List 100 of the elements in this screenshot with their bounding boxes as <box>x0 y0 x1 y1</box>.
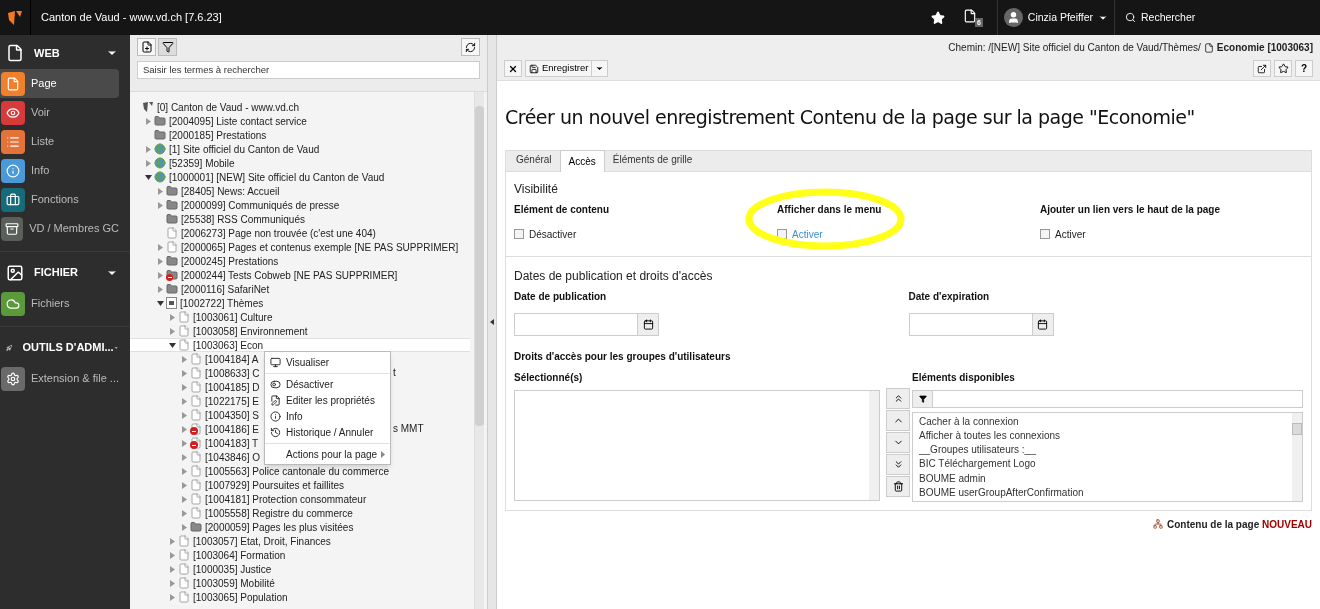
group-label[interactable]: OUTILS D'ADMI... <box>22 339 114 356</box>
tree-node[interactable]: [2004095] Liste contact service <box>130 114 307 128</box>
tree-node[interactable]: [1005558] Registre du commerce <box>130 506 353 520</box>
scrollbar[interactable] <box>474 92 484 609</box>
collapsed-arrow-icon[interactable] <box>146 117 151 125</box>
tree-node[interactable]: [2000245] Prestations <box>130 254 279 268</box>
tree-node[interactable]: [25538] RSS Communiqués <box>130 212 305 226</box>
calendar-icon[interactable] <box>1031 313 1053 335</box>
tree-node[interactable]: [1003063] Econ <box>130 338 470 352</box>
tree-node[interactable]: [2000065] Pages et contenus exemple [NE PAS SUPPRIMER] <box>130 240 459 254</box>
tree-node[interactable]: [1003065] Population <box>130 590 288 604</box>
scrollbar[interactable] <box>1292 412 1302 501</box>
form-tab[interactable]: Éléments de grille <box>604 148 701 171</box>
tree-node[interactable]: [1003061] Culture <box>130 310 273 324</box>
menu-item[interactable]: Désactiver <box>265 376 390 392</box>
tree-node[interactable]: [1004185] D <box>130 380 260 394</box>
form-tab[interactable]: Général <box>508 148 560 171</box>
bookmark-icon[interactable] <box>930 10 945 25</box>
tree-node[interactable]: [1003057] Etat, Droit, Finances <box>130 534 331 548</box>
open-new-window-button[interactable] <box>1253 60 1271 77</box>
breadcrumb-path: Chemin: /[NEW] Site officiel du Canton de Vaud/Thèmes/ <box>948 41 1201 55</box>
module-item[interactable]: Page <box>0 69 119 98</box>
tree-node[interactable]: [2006273] Page non trouvée (c'est une 404) <box>130 226 376 240</box>
tree-node[interactable]: [1] Site officiel du Canton de Vaud <box>130 142 320 156</box>
expanded-arrow-icon[interactable] <box>169 342 176 348</box>
filter-button[interactable] <box>158 38 177 56</box>
tree-node[interactable]: [1022175] E <box>130 394 259 408</box>
tree-node[interactable]: [2000059] Pages les plus visitées <box>130 520 354 534</box>
list-option[interactable]: Cacher à la connexion <box>919 414 1019 429</box>
move-up-button[interactable] <box>886 409 910 431</box>
tree-node[interactable]: [52359] Mobile <box>130 156 235 170</box>
tree-node[interactable]: [28405] News: Accueil <box>130 184 280 198</box>
avatar-icon[interactable] <box>1003 8 1023 27</box>
option-link[interactable]: Activer <box>792 226 823 242</box>
bookmark-button[interactable] <box>1274 60 1292 77</box>
calendar-icon[interactable] <box>637 313 658 335</box>
logo-icon[interactable] <box>7 9 23 26</box>
save-options-button[interactable] <box>592 60 609 77</box>
tree-node[interactable]: [2000244] Tests Cobweb [NE PAS SUPPRIMER] <box>130 268 398 282</box>
list-option[interactable]: Afficher à toutes les connexions <box>919 428 1060 444</box>
tree-node[interactable]: [1004181] Protection consommateur <box>130 492 367 506</box>
delete-button[interactable] <box>886 475 910 497</box>
checkbox[interactable] <box>514 229 524 239</box>
form-tab[interactable]: Accès <box>559 149 605 172</box>
tree-node[interactable]: [1002722] Thèmes <box>130 296 264 310</box>
available-list[interactable]: Cacher à la connexion Afficher à toutes les connexions __Groupes utilisateurs :__ BIC Téléchargement Logo BOUME admin BOUME userGroupAfterConfirmation <box>912 411 1303 502</box>
close-button[interactable] <box>504 60 522 77</box>
tree-node[interactable]: [1003059] Mobilité <box>130 576 275 590</box>
tree-node[interactable]: [1003064] Formation <box>130 548 286 562</box>
tree-node[interactable]: [1007929] Poursuites et faillites <box>130 478 344 492</box>
checkbox[interactable] <box>777 229 787 239</box>
module-item[interactable]: Info <box>0 156 119 185</box>
tree-node[interactable]: [1003058] Environnement <box>130 324 308 338</box>
expanded-arrow-icon[interactable] <box>145 174 152 180</box>
date-field[interactable] <box>514 312 659 336</box>
list-option[interactable]: __Groupes utilisateurs :__ <box>919 443 1036 458</box>
tree-search-field[interactable]: Saisir les termes à rechercher <box>137 60 480 79</box>
search-link[interactable]: Rechercher <box>1141 9 1196 26</box>
tree-node[interactable]: [1004350] S <box>130 408 259 422</box>
module-item[interactable]: Fichiers <box>0 289 119 318</box>
list-option[interactable]: BIC Téléchargement Logo <box>919 457 1036 472</box>
selected-list[interactable] <box>514 389 880 501</box>
help-button[interactable]: ? <box>1295 60 1313 77</box>
save-button[interactable]: Enregistrer <box>525 60 593 77</box>
module-item[interactable]: VD / Membres GC <box>0 214 119 243</box>
menu-item[interactable]: Historique / Annuler <box>265 424 390 444</box>
filter-field[interactable] <box>912 389 1303 408</box>
menu-item[interactable]: Visualiser <box>265 354 390 374</box>
move-top-button[interactable] <box>886 387 910 409</box>
open-documents-icon[interactable] <box>962 8 977 23</box>
collapse-arrow-icon[interactable] <box>490 319 494 325</box>
tree-node[interactable]: [1005563] Police cantonale du commerce <box>130 464 389 478</box>
tree-node[interactable]: [2000099] Communiqués de presse <box>130 198 340 212</box>
tree-node[interactable]: [1000001] [NEW] Site officiel du Canton de Vaud <box>130 170 385 184</box>
group-label[interactable]: FICHIER <box>34 264 106 281</box>
list-option[interactable]: BOUME admin <box>919 471 986 486</box>
expanded-arrow-icon[interactable] <box>157 300 164 306</box>
tree-node[interactable]: [1043846] O <box>130 450 261 464</box>
module-item[interactable]: Liste <box>0 127 119 156</box>
refresh-button[interactable] <box>461 38 480 56</box>
search-icon[interactable] <box>1125 12 1136 23</box>
list-option[interactable]: BOUME userGroupAfterConfirmation <box>919 486 1084 501</box>
module-item[interactable]: Fonctions <box>0 185 119 214</box>
tree-node[interactable]: [2000185] Prestations <box>130 128 267 142</box>
menu-item[interactable]: Editer les propriétés <box>265 392 390 408</box>
tree-node[interactable]: [1004183] T <box>130 436 259 450</box>
date-field[interactable] <box>908 312 1054 336</box>
module-item[interactable]: Voir <box>0 98 119 127</box>
menu-item[interactable]: Actions pour la page <box>265 446 390 462</box>
new-page-button[interactable] <box>137 38 156 56</box>
tree-node[interactable]: [1000035] Justice <box>130 562 272 576</box>
user-name[interactable]: Cinzia Pfeiffer <box>1027 9 1093 26</box>
tree-node[interactable]: [2000116] SafariNet <box>130 282 270 296</box>
tree-node[interactable]: [0] Canton de Vaud - www.vd.ch <box>130 100 300 114</box>
checkbox[interactable] <box>1040 229 1050 239</box>
tree-node[interactable]: [1004184] A <box>130 352 259 366</box>
move-down-button[interactable] <box>886 431 910 453</box>
group-label[interactable]: WEB <box>34 44 106 62</box>
module-item[interactable]: Extension & file ... <box>0 364 119 393</box>
menu-item[interactable]: Info <box>265 408 390 424</box>
